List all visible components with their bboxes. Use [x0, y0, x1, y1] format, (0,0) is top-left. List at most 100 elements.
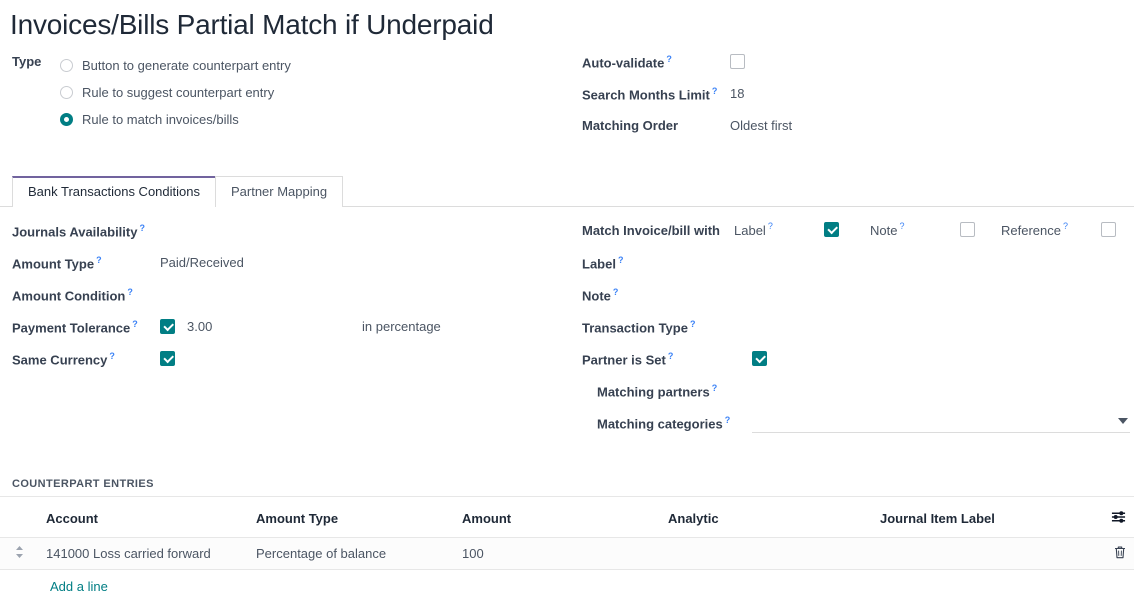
help-tip-icon[interactable]: ?	[132, 319, 138, 329]
radio-option-label: Rule to suggest counterpart entry	[82, 85, 274, 100]
match-label-checkbox[interactable]	[824, 222, 839, 237]
payment-tolerance-value[interactable]: 3.00	[187, 317, 362, 334]
top-form-right-column: Auto-validate? Search Months Limit? 18 M…	[570, 52, 1134, 148]
field-label: Transaction Type	[582, 320, 688, 335]
radio-option-rule-match[interactable]: Rule to match invoices/bills	[60, 106, 291, 133]
payment-tolerance-suffix: in percentage	[362, 317, 441, 334]
conditions-right-column: Match Invoice/bill with Label? Note? Ref…	[570, 221, 1134, 445]
tab-partner-mapping[interactable]: Partner Mapping	[215, 176, 343, 207]
radio-option-label: Rule to match invoices/bills	[82, 112, 239, 127]
field-payment-tolerance: Payment Tolerance? 3.00 in percentage	[12, 317, 570, 349]
help-tip-icon[interactable]: ?	[109, 351, 115, 361]
counterpart-entries-section: COUNTERPART ENTRIES Account Amount Type …	[0, 478, 1134, 594]
radio-circle-icon[interactable]	[60, 59, 73, 72]
field-journals-availability: Journals Availability?	[12, 221, 570, 253]
cell-journal-item-label[interactable]	[872, 537, 1096, 569]
optional-columns-dropdown[interactable]	[1096, 497, 1134, 538]
radio-circle-icon[interactable]	[60, 86, 73, 99]
table-header-row: Account Amount Type Amount Analytic Jour…	[0, 497, 1134, 538]
page-title: Invoices/Bills Partial Match if Underpai…	[0, 0, 1134, 42]
matching-order-value[interactable]: Oldest first	[730, 116, 792, 133]
matching-categories-input[interactable]	[752, 413, 1130, 433]
field-label: Matching Order	[582, 118, 678, 133]
field-label: Search Months Limit	[582, 87, 710, 102]
tab-label: Bank Transactions Conditions	[28, 184, 200, 199]
cell-account[interactable]: 141000 Loss carried forward	[38, 537, 248, 569]
add-a-line-button[interactable]: Add a line	[0, 570, 116, 594]
chevron-down-icon[interactable]	[1118, 418, 1128, 424]
help-tip-icon[interactable]: ?	[127, 287, 133, 297]
tab-bank-transactions-conditions[interactable]: Bank Transactions Conditions	[12, 176, 216, 207]
tab-bar: Bank Transactions Conditions Partner Map…	[0, 176, 1134, 207]
table-row[interactable]: 141000 Loss carried forward Percentage o…	[0, 537, 1134, 569]
header-amount[interactable]: Amount	[454, 497, 660, 538]
header-handle	[0, 497, 38, 538]
match-reference-checkbox[interactable]	[1101, 222, 1116, 237]
header-journal-item-label[interactable]: Journal Item Label	[872, 497, 1096, 538]
row-drag-handle[interactable]	[0, 537, 38, 569]
field-label: Note	[582, 288, 611, 303]
drag-handle-icon[interactable]	[15, 545, 24, 562]
field-amount-condition: Amount Condition?	[12, 285, 570, 317]
top-form-left-column: Type Button to generate counterpart entr…	[0, 52, 570, 148]
cell-delete[interactable]	[1096, 537, 1134, 569]
field-transaction-type: Transaction Type?	[582, 317, 1134, 349]
payment-tolerance-checkbox[interactable]	[160, 319, 175, 334]
match-option-label-label: Label	[734, 221, 766, 238]
help-tip-icon[interactable]: ?	[768, 221, 773, 231]
field-matching-partners: Matching partners?	[582, 381, 1134, 413]
help-tip-icon[interactable]: ?	[725, 415, 731, 425]
help-tip-icon[interactable]: ?	[139, 223, 145, 233]
conditions-left-column: Journals Availability? Amount Type? Paid…	[0, 221, 570, 445]
help-tip-icon[interactable]: ?	[712, 86, 718, 96]
partner-is-set-checkbox[interactable]	[752, 351, 767, 366]
field-label: Amount Type	[12, 256, 94, 271]
header-amount-type[interactable]: Amount Type	[248, 497, 454, 538]
tab-label: Partner Mapping	[231, 184, 327, 199]
radio-circle-selected-icon[interactable]	[60, 113, 73, 126]
field-label: Payment Tolerance	[12, 320, 130, 335]
field-label: Amount Condition	[12, 288, 125, 303]
field-same-currency: Same Currency?	[12, 349, 570, 381]
auto-validate-checkbox[interactable]	[730, 54, 745, 69]
field-label: Matching partners	[597, 384, 710, 399]
help-tip-icon[interactable]: ?	[666, 54, 672, 64]
bank-transactions-conditions-panel: Journals Availability? Amount Type? Paid…	[0, 207, 1134, 445]
cell-amount[interactable]: 100	[454, 537, 660, 569]
cell-amount-type[interactable]: Percentage of balance	[248, 537, 454, 569]
help-tip-icon[interactable]: ?	[618, 255, 624, 265]
help-tip-icon[interactable]: ?	[690, 319, 696, 329]
field-label: Same Currency	[12, 352, 107, 367]
match-option-reference-label: Reference	[1001, 221, 1061, 238]
counterpart-entries-title: COUNTERPART ENTRIES	[0, 478, 1134, 496]
field-label: Journals Availability	[12, 224, 137, 239]
radio-option-rule-suggest[interactable]: Rule to suggest counterpart entry	[60, 79, 291, 106]
field-label: Label?	[582, 253, 1134, 285]
help-tip-icon[interactable]: ?	[96, 255, 102, 265]
match-option-note-label: Note	[870, 221, 897, 238]
top-form-area: Type Button to generate counterpart entr…	[0, 42, 1134, 148]
same-currency-checkbox[interactable]	[160, 351, 175, 366]
type-group-label: Type	[12, 52, 60, 133]
help-tip-icon[interactable]: ?	[899, 221, 904, 231]
header-account[interactable]: Account	[38, 497, 248, 538]
field-note: Note?	[582, 285, 1134, 317]
sliders-icon[interactable]	[1111, 512, 1126, 527]
field-label: Auto-validate	[582, 55, 664, 70]
type-radio-group: Type Button to generate counterpart entr…	[12, 52, 570, 133]
help-tip-icon[interactable]: ?	[712, 383, 718, 393]
field-partner-is-set: Partner is Set?	[582, 349, 1134, 381]
field-label: Matching categories	[597, 416, 723, 431]
help-tip-icon[interactable]: ?	[1063, 221, 1068, 231]
cell-analytic[interactable]	[660, 537, 872, 569]
radio-option-button-generate[interactable]: Button to generate counterpart entry	[60, 52, 291, 79]
match-note-checkbox[interactable]	[960, 222, 975, 237]
help-tip-icon[interactable]: ?	[668, 351, 674, 361]
header-analytic[interactable]: Analytic	[660, 497, 872, 538]
field-label: Partner is Set	[582, 352, 666, 367]
field-search-months-limit: Search Months Limit? 18	[582, 84, 1134, 116]
trash-icon[interactable]	[1114, 547, 1126, 562]
amount-type-value[interactable]: Paid/Received	[160, 253, 244, 270]
help-tip-icon[interactable]: ?	[613, 287, 619, 297]
search-months-limit-value[interactable]: 18	[730, 84, 744, 101]
